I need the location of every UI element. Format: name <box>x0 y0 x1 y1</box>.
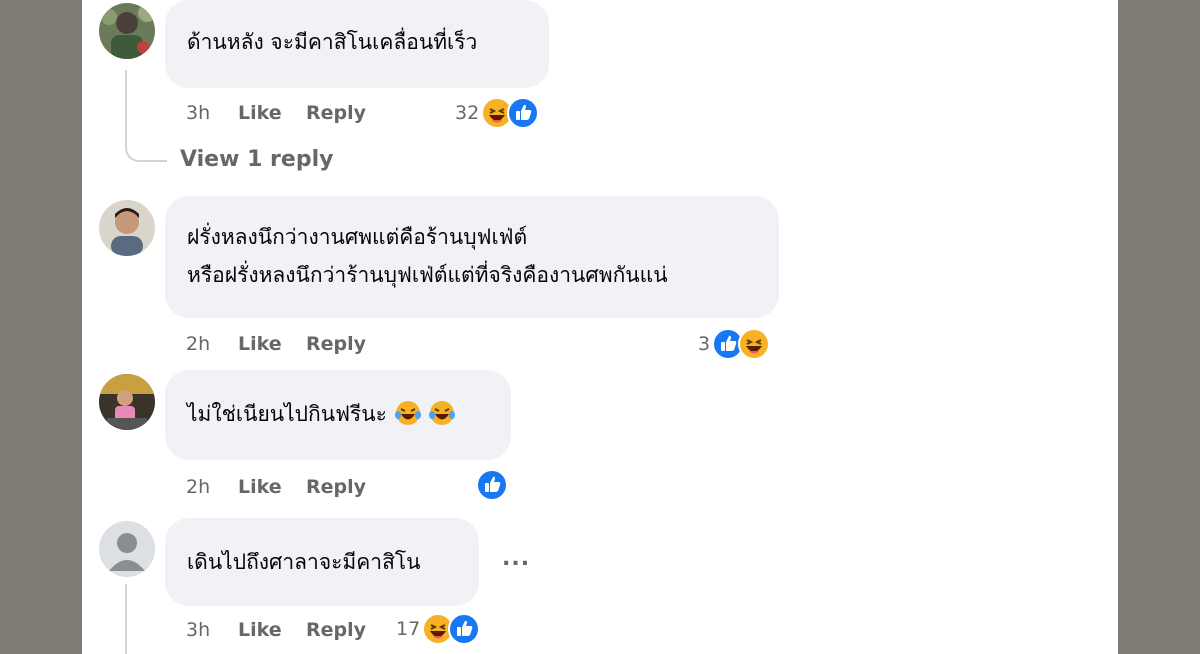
reaction-summary[interactable]: 3 <box>698 327 771 361</box>
reply-button[interactable]: Reply <box>306 476 366 498</box>
like-button[interactable]: Like <box>238 333 306 355</box>
reaction-summary[interactable]: 32 <box>455 96 540 130</box>
comment-text-line: ฝรั่งหลงนึกว่างานศพแต่คือร้านบุฟเฟ่ต์ <box>187 225 528 249</box>
comment-text: ด้านหลัง จะมีคาสิโนเคลื่อนที่เร็ว <box>187 30 478 54</box>
reaction-summary[interactable]: 17 <box>396 612 481 646</box>
comment-actions: 2h Like Reply <box>186 472 366 502</box>
avatar[interactable] <box>99 3 155 59</box>
comment-text-content: ไม่ใช่เนียนไปกินฟรีนะ <box>187 402 387 426</box>
reaction-count: 3 <box>698 333 711 355</box>
rofl-emoji-icon <box>429 401 456 425</box>
thread-line <box>125 70 127 142</box>
like-icon <box>476 469 508 501</box>
more-options-icon[interactable]: ... <box>502 546 530 571</box>
reply-button[interactable]: Reply <box>306 619 366 641</box>
like-button[interactable]: Like <box>238 476 306 498</box>
reaction-summary[interactable] <box>476 468 508 502</box>
default-avatar-icon[interactable] <box>99 521 155 577</box>
reply-button[interactable]: Reply <box>306 102 366 124</box>
like-icon <box>448 613 481 645</box>
comment-actions: 3h Like Reply <box>186 98 366 128</box>
timestamp[interactable]: 2h <box>186 333 238 355</box>
comment-bubble: ไม่ใช่เนียนไปกินฟรีนะ <box>165 370 511 460</box>
comment-text: ไม่ใช่เนียนไปกินฟรีนะ <box>187 394 489 434</box>
haha-icon <box>738 328 771 360</box>
avatar[interactable] <box>99 200 155 256</box>
comment-bubble: ด้านหลัง จะมีคาสิโนเคลื่อนที่เร็ว <box>165 0 549 88</box>
rofl-emoji-icon <box>394 401 421 425</box>
like-icon <box>507 97 540 129</box>
timestamp[interactable]: 3h <box>186 102 238 124</box>
thread-line <box>125 584 127 654</box>
comment-text-line: หรือฝรั่งหลงนึกว่าร้านบุฟเฟ่ต์แต่ที่จริง… <box>187 263 668 287</box>
avatar[interactable] <box>99 374 155 430</box>
like-button[interactable]: Like <box>238 102 306 124</box>
comment-text: เดินไปถึงศาลาจะมีคาสิโน <box>187 550 421 574</box>
reaction-count: 17 <box>396 618 421 640</box>
comment-bubble: ฝรั่งหลงนึกว่างานศพแต่คือร้านบุฟเฟ่ต์ หร… <box>165 196 779 318</box>
comments-panel: ด้านหลัง จะมีคาสิโนเคลื่อนที่เร็ว 3h Lik… <box>82 0 1118 654</box>
comment-actions: 3h Like Reply <box>186 615 366 645</box>
view-replies-link[interactable]: View 1 reply <box>180 147 333 172</box>
reaction-count: 32 <box>455 102 480 124</box>
timestamp[interactable]: 3h <box>186 619 238 641</box>
like-button[interactable]: Like <box>238 619 306 641</box>
comment-bubble: เดินไปถึงศาลาจะมีคาสิโน <box>165 518 479 606</box>
comment-actions: 2h Like Reply <box>186 329 366 359</box>
thread-connector <box>125 140 167 162</box>
reply-button[interactable]: Reply <box>306 333 366 355</box>
timestamp[interactable]: 2h <box>186 476 238 498</box>
